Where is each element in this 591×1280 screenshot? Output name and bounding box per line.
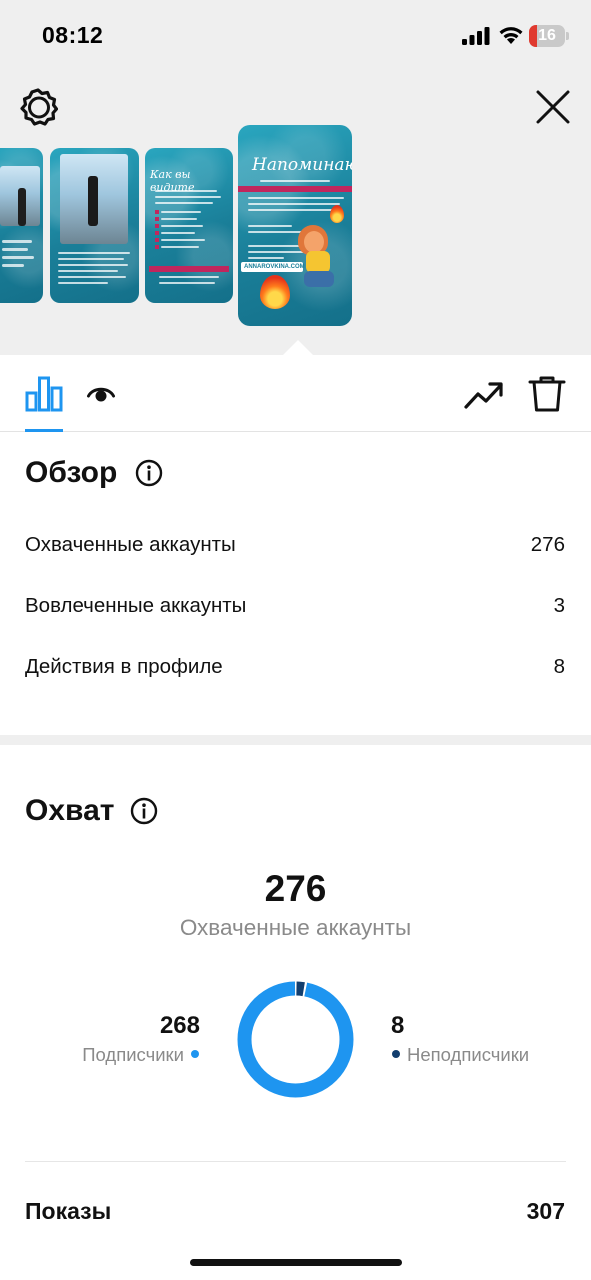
info-icon[interactable] bbox=[135, 459, 163, 487]
reach-total-label: Охваченные аккаунты bbox=[179, 915, 412, 940]
reach-title: Охват bbox=[25, 794, 115, 827]
followers-donut-chart bbox=[237, 981, 354, 1098]
settings-gear-icon[interactable] bbox=[18, 87, 58, 127]
story-insights-toolbar bbox=[0, 355, 591, 432]
metric-label: Охваченные аккаунты bbox=[25, 533, 236, 556]
status-time: 08:12 bbox=[42, 22, 104, 48]
battery-level: 16 bbox=[538, 27, 556, 44]
wifi-icon bbox=[499, 27, 523, 44]
impressions-label: Показы bbox=[25, 1198, 112, 1224]
story-4-title: Напоминаю, bbox=[252, 155, 352, 175]
active-tab-indicator bbox=[25, 429, 63, 432]
impressions-value: 307 bbox=[526, 1198, 565, 1224]
story-thumbnail-2[interactable] bbox=[50, 148, 139, 303]
non-followers-legend-dot bbox=[392, 1050, 400, 1058]
story-preview-area: 08:12 16 Как вы видите Напомина ANNAROVK… bbox=[0, 0, 591, 355]
metric-label: Действия в профиле bbox=[25, 655, 223, 678]
story-thumbnail-1[interactable] bbox=[0, 148, 43, 303]
metric-value: 3 bbox=[553, 594, 565, 617]
home-indicator bbox=[190, 1259, 402, 1266]
metric-label: Вовлеченные аккаунты bbox=[25, 594, 247, 617]
donut-followers-arc bbox=[237, 981, 354, 1098]
divider bbox=[25, 1161, 566, 1162]
non-followers-label: Неподписчики bbox=[407, 1044, 530, 1065]
overview-title: Обзор bbox=[25, 456, 118, 489]
trend-up-icon[interactable] bbox=[464, 377, 504, 411]
cellular-signal-icon bbox=[462, 27, 490, 45]
info-icon[interactable] bbox=[130, 797, 158, 825]
section-divider bbox=[0, 735, 591, 745]
story-thumbnail-selected[interactable]: Напоминаю, ANNAROVKINA.COM bbox=[238, 125, 352, 326]
non-followers-value: 8 bbox=[391, 1012, 405, 1039]
followers-legend-dot bbox=[191, 1050, 199, 1058]
bar-chart-icon[interactable] bbox=[25, 375, 63, 413]
followers-value: 268 bbox=[159, 1012, 200, 1039]
followers-label: Подписчики bbox=[82, 1044, 184, 1065]
battery-icon: 16 bbox=[529, 25, 569, 47]
eye-icon[interactable] bbox=[86, 381, 116, 407]
metric-value: 8 bbox=[553, 655, 565, 678]
status-bar: 08:12 16 bbox=[0, 0, 591, 72]
metric-value: 276 bbox=[530, 533, 565, 556]
story-thumbnail-3[interactable]: Как вы видите bbox=[145, 148, 233, 303]
story-4-link-text: ANNAROVKINA.COM bbox=[244, 264, 305, 270]
close-icon[interactable] bbox=[533, 87, 573, 127]
selected-story-pointer bbox=[283, 340, 313, 355]
reach-total: 276 bbox=[264, 868, 327, 909]
trash-icon[interactable] bbox=[528, 375, 566, 413]
